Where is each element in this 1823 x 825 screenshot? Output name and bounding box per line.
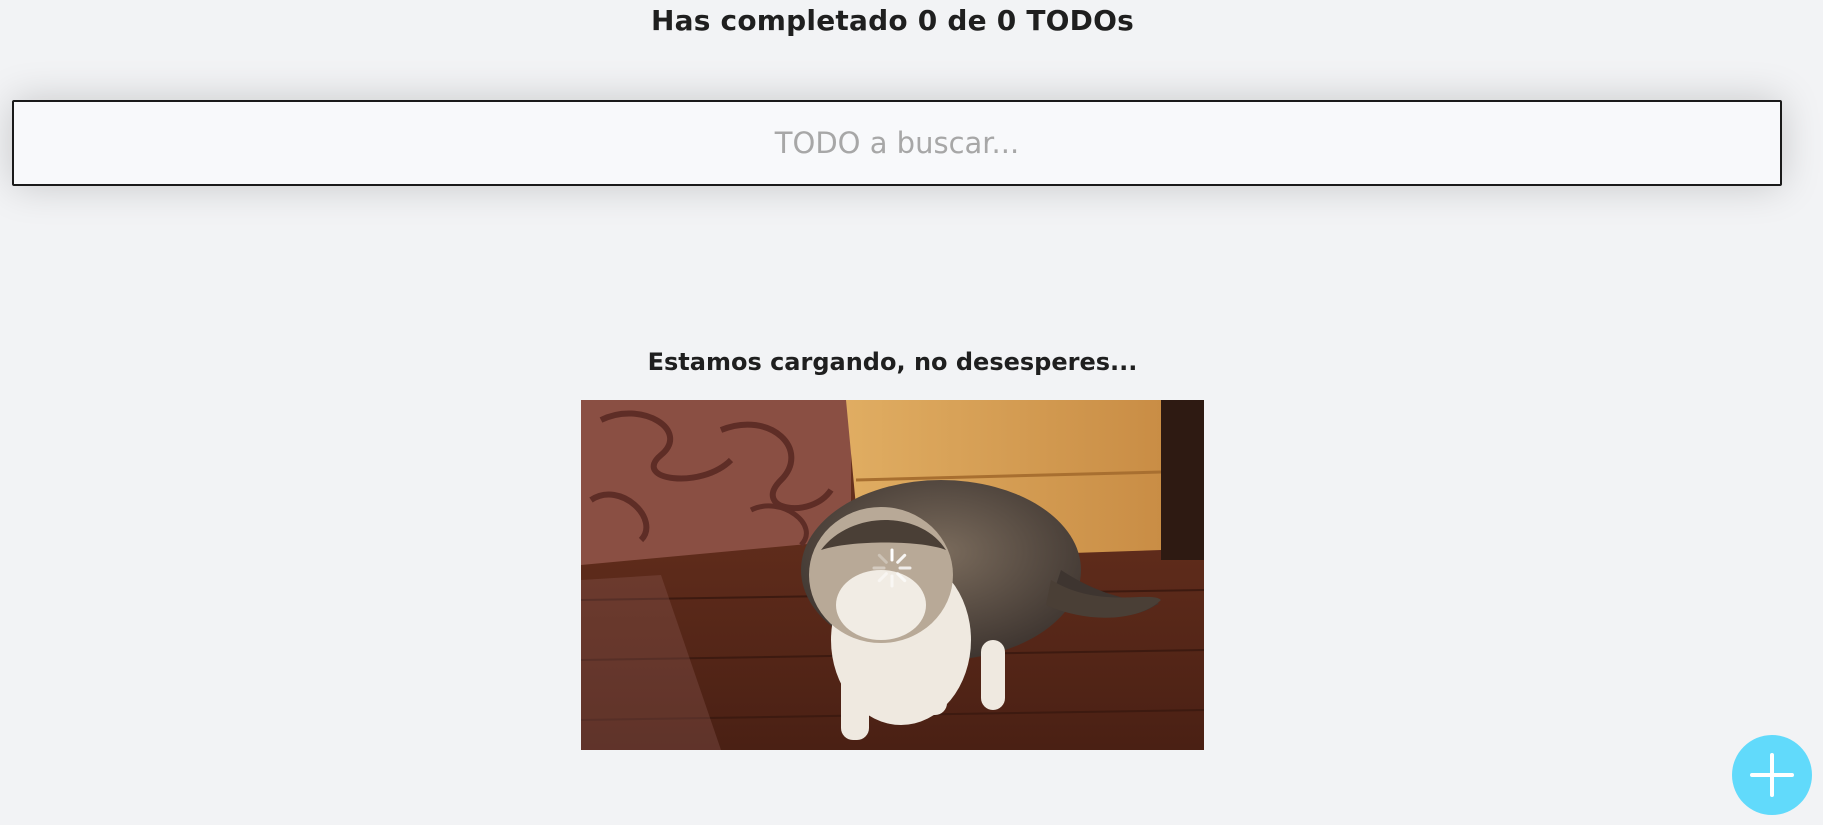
loading-cat-image <box>581 400 1204 750</box>
todo-counter-title: Has completado 0 de 0 TODOs <box>651 4 1134 37</box>
add-todo-button[interactable] <box>1732 735 1812 815</box>
search-container <box>12 100 1782 186</box>
app-page: Has completado 0 de 0 TODOs Estamos carg… <box>0 0 1823 825</box>
loading-message: Estamos cargando, no desesperes... <box>647 348 1138 376</box>
plus-icon <box>1750 753 1794 797</box>
search-input[interactable] <box>12 100 1782 186</box>
